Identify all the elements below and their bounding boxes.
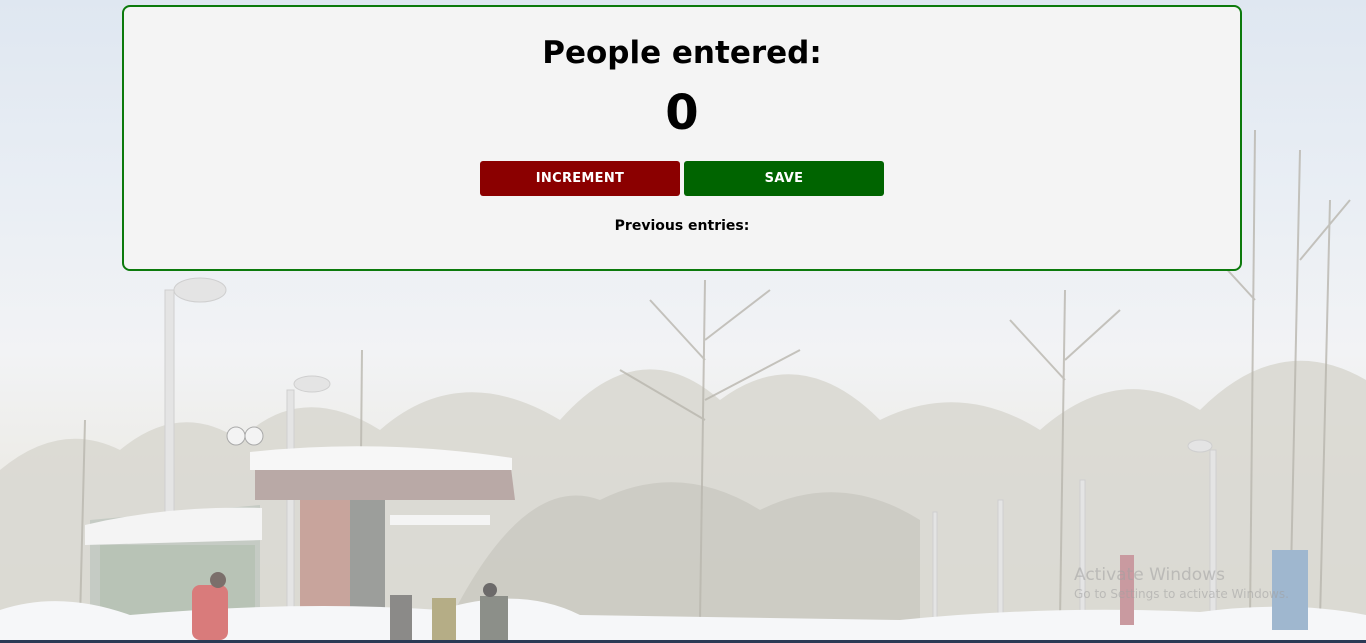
button-row: INCREMENT SAVE: [124, 161, 1240, 196]
card-title: People entered:: [542, 35, 822, 71]
increment-button[interactable]: INCREMENT: [480, 161, 680, 196]
previous-entries-label: Previous entries:: [614, 218, 750, 234]
activate-windows-watermark: Activate Windows Go to Settings to activ…: [1074, 565, 1289, 601]
save-button[interactable]: SAVE: [684, 161, 884, 196]
counter-card: People entered: 0 INCREMENT SAVE Previou…: [122, 5, 1242, 271]
people-count: 0: [665, 85, 699, 141]
watermark-subtitle: Go to Settings to activate Windows.: [1074, 587, 1289, 601]
watermark-title: Activate Windows: [1074, 565, 1225, 585]
